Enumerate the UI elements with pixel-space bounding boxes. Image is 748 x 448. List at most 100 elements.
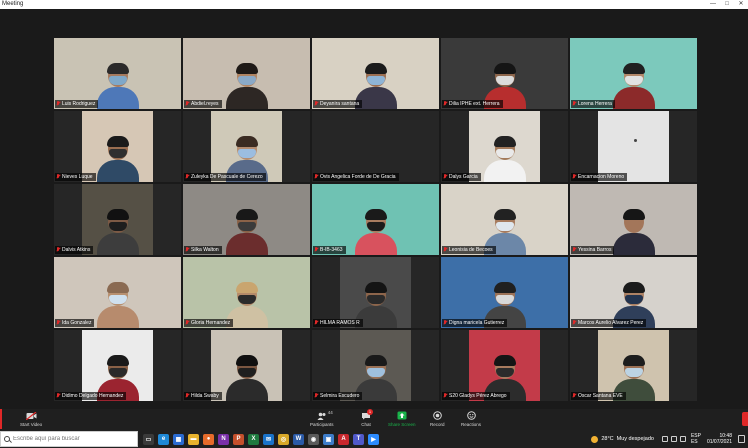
participant-tile[interactable]: Yessina Barros xyxy=(570,184,697,255)
participant-video xyxy=(54,38,181,109)
participant-name-tag: Ida Gonzalez xyxy=(55,319,95,327)
onenote-icon[interactable]: N xyxy=(218,433,229,445)
participant-figure xyxy=(224,205,270,255)
muted-mic-icon xyxy=(314,247,318,253)
close-button[interactable]: ✕ xyxy=(734,0,748,9)
participant-name: Dalys Garcia xyxy=(449,174,478,180)
participant-tile[interactable]: Abdiel.reyes xyxy=(183,38,310,109)
participant-tile[interactable]: Leonisia de Becoes xyxy=(441,184,568,255)
participant-video xyxy=(340,257,411,328)
taskbar-search[interactable] xyxy=(0,431,138,447)
participant-tile[interactable]: Marcos Aurelio Alvarez Perez xyxy=(570,257,697,328)
share-screen-button[interactable]: Share Screen xyxy=(388,410,416,430)
participant-tile[interactable]: Digna maricela Gutierrez xyxy=(441,257,568,328)
mail-icon[interactable]: ✉ xyxy=(263,433,274,445)
muted-mic-icon xyxy=(572,174,576,180)
participant-tile[interactable]: Nieves Luque xyxy=(54,111,181,182)
photos-icon[interactable]: ▣ xyxy=(323,433,334,445)
maximize-button[interactable]: □ xyxy=(720,0,734,9)
participant-name-tag: Hilda Swaby xyxy=(184,392,222,400)
participant-video xyxy=(183,38,310,109)
participant-tile[interactable]: Dalvis Atkins xyxy=(54,184,181,255)
participant-name-tag: Dalys Garcia xyxy=(442,173,481,181)
teams-icon[interactable]: T xyxy=(353,433,364,445)
start-video-button[interactable]: Start Video xyxy=(20,410,42,430)
zoom-icon[interactable]: ▶ xyxy=(368,433,379,445)
weather-widget[interactable]: 28°C Muy despejado xyxy=(591,435,654,443)
participant-tile[interactable]: Lorena Herrera xyxy=(570,38,697,109)
participant-tile[interactable]: Encarnacion Moreno xyxy=(570,111,697,182)
participant-figure xyxy=(95,132,141,182)
video-gallery: Luis Rodriguez Abdiel.reyes Deyanira santa… xyxy=(0,9,748,409)
chevron-up-icon[interactable] xyxy=(661,436,668,442)
muted-mic-icon xyxy=(56,393,60,399)
search-input[interactable] xyxy=(13,436,133,442)
participant-tile[interactable]: Didimo Delgado Hernandez xyxy=(54,330,181,401)
muted-mic-icon xyxy=(185,320,189,326)
chat-badge: 1 xyxy=(367,409,373,415)
title-bar: Meeting — □ ✕ xyxy=(0,0,748,9)
participant-name: Didimo Delgado Hernandez xyxy=(62,393,124,399)
edge-icon[interactable]: e xyxy=(158,433,169,445)
participant-tile[interactable]: S20 Gladys Pérez Abrego xyxy=(441,330,568,401)
language-indicator[interactable]: ESP ES xyxy=(691,433,701,445)
participant-tile[interactable]: Oscar Santana EVE xyxy=(570,330,697,401)
word-icon[interactable]: W xyxy=(293,433,304,445)
participant-name: Dalvis Atkins xyxy=(62,247,91,253)
participant-name-tag: Didimo Delgado Hernandez xyxy=(55,392,127,400)
system-tray: 28°C Muy despejado ESP ES 10:48 01/07/20… xyxy=(591,430,748,448)
participant-video xyxy=(312,184,439,255)
participant-name-tag: Deyanira santana xyxy=(313,100,363,108)
start-video-label: Start Video xyxy=(20,422,43,427)
participant-video xyxy=(312,38,439,109)
notification-icon[interactable] xyxy=(738,435,745,443)
camera-icon[interactable]: ◉ xyxy=(308,433,319,445)
record-label: Record xyxy=(430,422,445,427)
reactions-button[interactable]: Reactions xyxy=(461,410,481,430)
chat-button[interactable]: 1 Chat xyxy=(360,409,373,430)
participant-tile[interactable]: B-IB-3463 xyxy=(312,184,439,255)
participant-name-tag: Luis Rodriguez xyxy=(55,100,99,108)
task-view-icon[interactable]: ▭ xyxy=(143,433,154,445)
weather-temp: 28°C xyxy=(601,436,614,442)
participants-button[interactable]: 44 Participants xyxy=(310,410,334,430)
muted-mic-icon xyxy=(185,174,189,180)
participant-video xyxy=(82,184,153,255)
volume-icon[interactable] xyxy=(679,436,686,442)
participant-name: Ida Gonzalez xyxy=(62,320,92,326)
participant-tile[interactable]: HILMA RAMOS R xyxy=(312,257,439,328)
participant-tile[interactable]: Deyanira santana xyxy=(312,38,439,109)
acrobat-icon[interactable]: A xyxy=(338,433,349,445)
chrome-icon[interactable]: ◎ xyxy=(278,433,289,445)
participant-tile[interactable]: Dilia IPHE ext. Herrera xyxy=(441,38,568,109)
muted-mic-icon xyxy=(572,101,576,107)
participant-tile[interactable]: Silka Walton xyxy=(183,184,310,255)
muted-mic-icon xyxy=(443,101,447,107)
video-off-icon xyxy=(25,410,37,421)
participant-figure xyxy=(611,59,657,109)
participant-name-tag: B-IB-3463 xyxy=(313,246,346,254)
powerpoint-icon[interactable]: P xyxy=(233,433,244,445)
firefox-icon[interactable]: ● xyxy=(203,433,214,445)
participant-tile[interactable]: Gloria Hernandez xyxy=(183,257,310,328)
excel-icon[interactable]: X xyxy=(248,433,259,445)
participant-name: Deyanira santana xyxy=(320,101,360,107)
gallery-grid: Luis Rodriguez Abdiel.reyes Deyanira santa… xyxy=(54,38,697,401)
participant-tile[interactable]: Zuleyka De Pascuale de Cerezo xyxy=(183,111,310,182)
end-meeting-marker[interactable] xyxy=(742,412,748,426)
record-button[interactable]: Record xyxy=(430,410,445,430)
participant-tile[interactable]: Ida Gonzalez xyxy=(54,257,181,328)
store-icon[interactable]: ▦ xyxy=(173,433,184,445)
participant-tile[interactable]: Selmira Escudero xyxy=(312,330,439,401)
chat-icon: 1 xyxy=(360,409,373,421)
clock[interactable]: 10:48 01/07/2021 xyxy=(707,433,732,445)
participant-tile[interactable]: Luis Rodriguez xyxy=(54,38,181,109)
network-icon[interactable] xyxy=(670,436,677,442)
participant-tile[interactable]: Ovis Angelica Forde de De Gracia xyxy=(312,111,439,182)
files-icon[interactable]: ▬ xyxy=(188,433,199,445)
participants-count: 44 xyxy=(327,410,333,415)
participant-video xyxy=(570,257,697,328)
participant-tile[interactable]: Hilda Swaby xyxy=(183,330,310,401)
participant-tile[interactable]: Dalys Garcia xyxy=(441,111,568,182)
minimize-button[interactable]: — xyxy=(706,0,720,9)
